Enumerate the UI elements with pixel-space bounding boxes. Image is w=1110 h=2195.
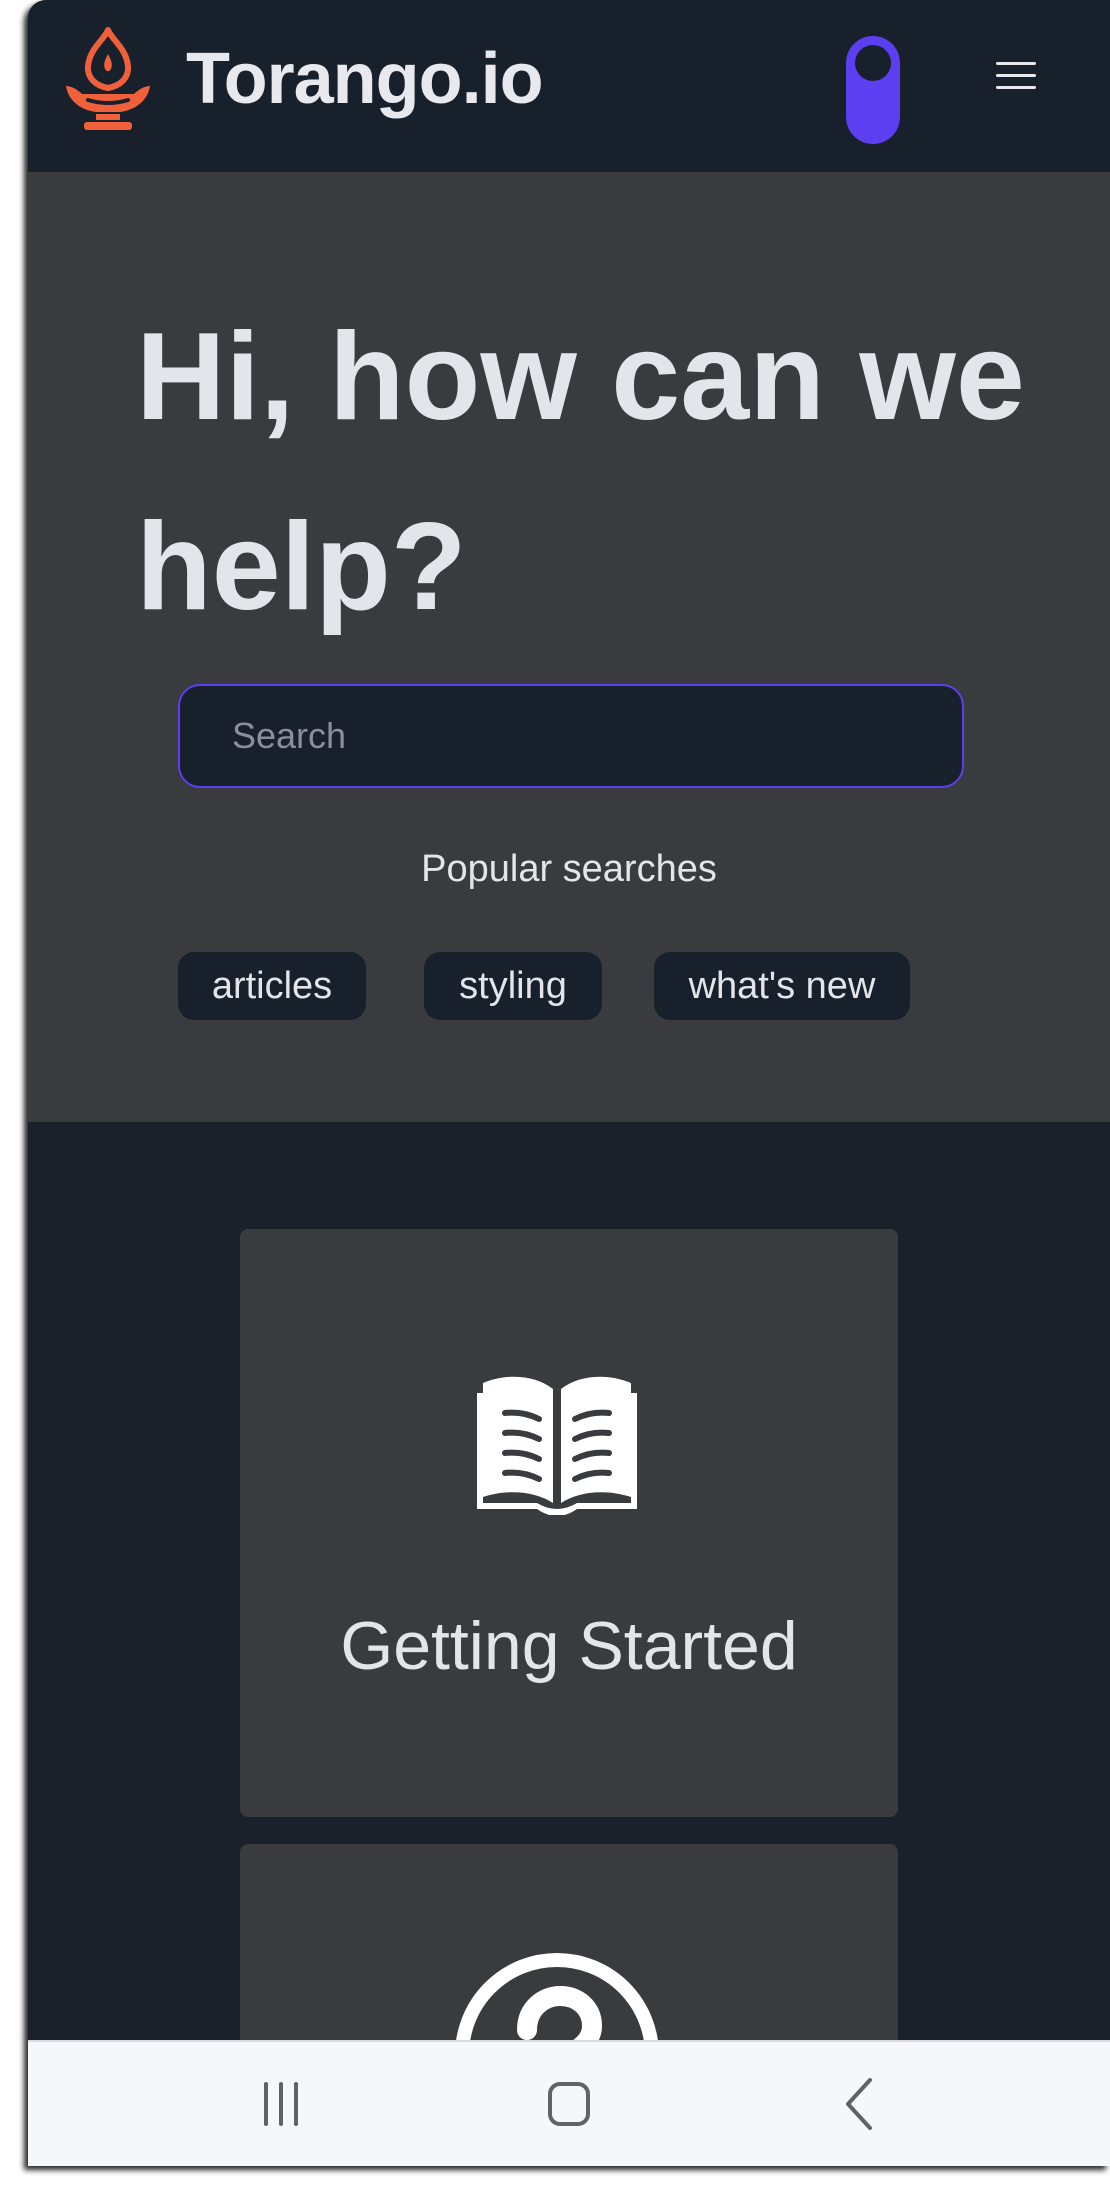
brand-name[interactable]: Torango.io [186, 36, 544, 122]
hamburger-menu-button[interactable] [996, 60, 1038, 92]
search-input[interactable] [178, 684, 964, 788]
card-getting-started[interactable]: Getting Started [240, 1229, 898, 1817]
recents-icon[interactable] [246, 2072, 316, 2136]
toggle-knob [855, 45, 891, 81]
hero-section: Hi, how can we help? Popular searches ar… [28, 172, 1110, 1122]
card-title-getting-started: Getting Started [340, 1608, 798, 1684]
menu-bar-bottom [996, 86, 1036, 89]
system-navigation-bar [28, 2040, 1110, 2166]
back-icon[interactable] [826, 2072, 896, 2136]
hero-title: Hi, how can we help? [136, 308, 1025, 636]
popular-tag-articles[interactable]: articles [178, 952, 366, 1020]
menu-bar-top [996, 62, 1036, 65]
popular-searches-label: Popular searches [421, 848, 717, 890]
open-book-icon [477, 1376, 637, 1515]
lamp-flame-logo-icon[interactable] [58, 26, 158, 134]
home-icon[interactable] [534, 2072, 604, 2136]
navbar: Torango.io [28, 0, 1110, 172]
menu-bar-middle [996, 74, 1036, 77]
popular-tag-whats-new[interactable]: what's new [654, 952, 910, 1020]
theme-toggle-switch[interactable] [846, 36, 900, 144]
popular-tag-styling[interactable]: styling [424, 952, 602, 1020]
app-viewport: Torango.io Hi, how can we help? Popular … [28, 0, 1110, 2166]
